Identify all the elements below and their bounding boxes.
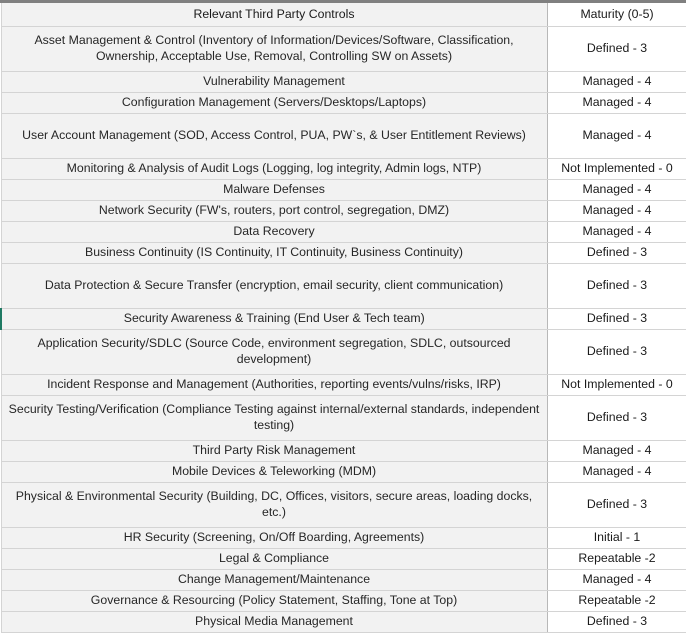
table-row: Malware Defenses Managed - 4 — [0, 179, 686, 201]
cell-maturity-level[interactable]: Defined - 3 — [547, 308, 686, 330]
table-row: Monitoring & Analysis of Audit Logs (Log… — [0, 158, 686, 180]
table-row: Data Protection & Secure Transfer (encry… — [0, 263, 686, 309]
cell-maturity-level[interactable]: Managed - 4 — [547, 113, 686, 159]
cell-maturity-level[interactable]: Not Implemented - 0 — [547, 158, 686, 180]
table-row: Security Awareness & Training (End User … — [0, 308, 686, 330]
cell-maturity-level[interactable]: Repeatable -2 — [547, 548, 686, 570]
cell-maturity-level[interactable]: Defined - 3 — [547, 26, 686, 72]
third-party-controls-table: Relevant Third Party Controls Maturity (… — [0, 3, 686, 633]
cell-control-name[interactable]: Configuration Management (Servers/Deskto… — [0, 92, 548, 114]
table-row: Change Management/Maintenance Managed - 4 — [0, 569, 686, 591]
header-row: Relevant Third Party Controls Maturity (… — [0, 3, 686, 27]
cell-control-name[interactable]: Governance & Resourcing (Policy Statemen… — [0, 590, 548, 612]
cell-maturity-level[interactable]: Defined - 3 — [547, 329, 686, 375]
table-header: Relevant Third Party Controls Maturity (… — [0, 3, 686, 27]
cell-maturity-level[interactable]: Defined - 3 — [547, 611, 686, 633]
cell-maturity-level[interactable]: Managed - 4 — [547, 440, 686, 462]
cell-maturity-level[interactable]: Defined - 3 — [547, 242, 686, 264]
spreadsheet-sheet: Relevant Third Party Controls Maturity (… — [0, 0, 686, 633]
cell-maturity-level[interactable]: Managed - 4 — [547, 92, 686, 114]
table-row: Network Security (FW's, routers, port co… — [0, 200, 686, 222]
cell-control-name[interactable]: Security Awareness & Training (End User … — [0, 308, 548, 330]
cell-control-name[interactable]: Physical Media Management — [0, 611, 548, 633]
cell-control-name[interactable]: Data Recovery — [0, 221, 548, 243]
cell-maturity-level[interactable]: Defined - 3 — [547, 263, 686, 309]
table-row: Data Recovery Managed - 4 — [0, 221, 686, 243]
cell-control-name[interactable]: Change Management/Maintenance — [0, 569, 548, 591]
cell-maturity-level[interactable]: Managed - 4 — [547, 569, 686, 591]
cell-control-name[interactable]: Application Security/SDLC (Source Code, … — [0, 329, 548, 375]
cell-maturity-level[interactable]: Managed - 4 — [547, 221, 686, 243]
cell-control-name[interactable]: Monitoring & Analysis of Audit Logs (Log… — [0, 158, 548, 180]
table-row: Asset Management & Control (Inventory of… — [0, 26, 686, 72]
cell-control-name[interactable]: HR Security (Screening, On/Off Boarding,… — [0, 527, 548, 549]
table-row: Vulnerability Management Managed - 4 — [0, 71, 686, 93]
table-row: Security Testing/Verification (Complianc… — [0, 395, 686, 441]
table-row: Legal & Compliance Repeatable -2 — [0, 548, 686, 570]
cell-maturity-level[interactable]: Initial - 1 — [547, 527, 686, 549]
table-row: Physical & Environmental Security (Build… — [0, 482, 686, 528]
table-row: Mobile Devices & Teleworking (MDM) Manage… — [0, 461, 686, 483]
cell-control-name[interactable]: Security Testing/Verification (Complianc… — [0, 395, 548, 441]
table-row: HR Security (Screening, On/Off Boarding,… — [0, 527, 686, 549]
cell-maturity-level[interactable]: Not Implemented - 0 — [547, 374, 686, 396]
cell-maturity-level[interactable]: Managed - 4 — [547, 200, 686, 222]
cell-maturity-level[interactable]: Managed - 4 — [547, 71, 686, 93]
table-body: Asset Management & Control (Inventory of… — [0, 26, 686, 633]
cell-control-name[interactable]: Data Protection & Secure Transfer (encry… — [0, 263, 548, 309]
table-row: Configuration Management (Servers/Deskto… — [0, 92, 686, 114]
column-header-control[interactable]: Relevant Third Party Controls — [0, 3, 548, 27]
column-header-maturity[interactable]: Maturity (0-5) — [547, 3, 686, 27]
cell-control-name[interactable]: Network Security (FW's, routers, port co… — [0, 200, 548, 222]
cell-maturity-level[interactable]: Managed - 4 — [547, 461, 686, 483]
table-row: Incident Response and Management (Author… — [0, 374, 686, 396]
cell-control-name[interactable]: Third Party Risk Management — [0, 440, 548, 462]
cell-maturity-level[interactable]: Repeatable -2 — [547, 590, 686, 612]
cell-control-name[interactable]: Mobile Devices & Teleworking (MDM) — [0, 461, 548, 483]
table-row: Physical Media Management Defined - 3 — [0, 611, 686, 633]
cell-control-name[interactable]: User Account Management (SOD, Access Con… — [0, 113, 548, 159]
cell-maturity-level[interactable]: Defined - 3 — [547, 482, 686, 528]
cell-control-name[interactable]: Business Continuity (IS Continuity, IT C… — [0, 242, 548, 264]
cell-control-name[interactable]: Legal & Compliance — [0, 548, 548, 570]
cell-maturity-level[interactable]: Defined - 3 — [547, 395, 686, 441]
cell-control-name[interactable]: Asset Management & Control (Inventory of… — [0, 26, 548, 72]
cell-control-name[interactable]: Malware Defenses — [0, 179, 548, 201]
table-row: Third Party Risk Management Managed - 4 — [0, 440, 686, 462]
table-row: Governance & Resourcing (Policy Statemen… — [0, 590, 686, 612]
table-row: User Account Management (SOD, Access Con… — [0, 113, 686, 159]
cell-control-name[interactable]: Vulnerability Management — [0, 71, 548, 93]
table-row: Business Continuity (IS Continuity, IT C… — [0, 242, 686, 264]
cell-maturity-level[interactable]: Managed - 4 — [547, 179, 686, 201]
cell-control-name[interactable]: Physical & Environmental Security (Build… — [0, 482, 548, 528]
cell-control-name[interactable]: Incident Response and Management (Author… — [0, 374, 548, 396]
table-row: Application Security/SDLC (Source Code, … — [0, 329, 686, 375]
